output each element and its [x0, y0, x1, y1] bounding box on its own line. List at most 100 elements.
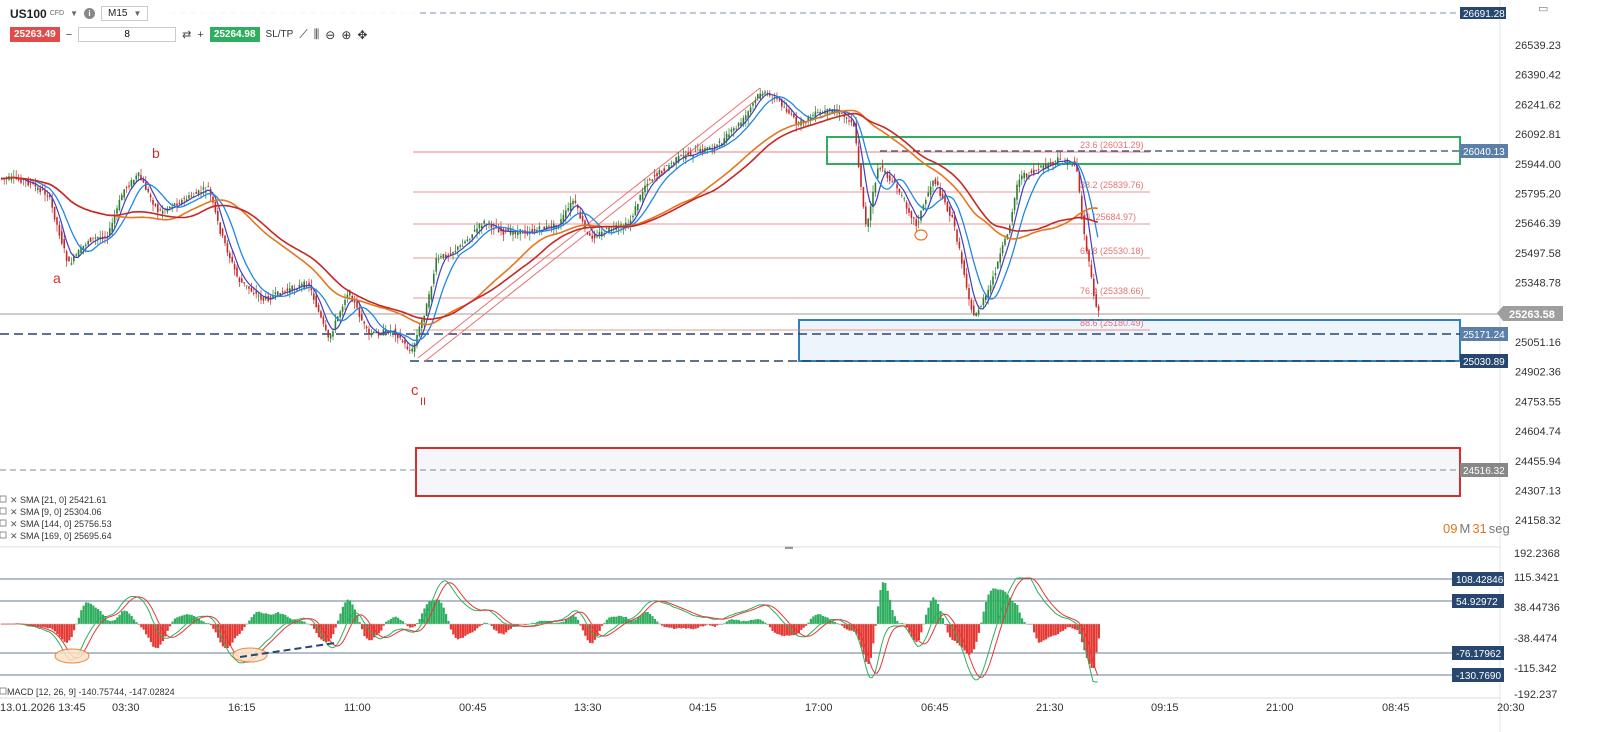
pane-resize-handle[interactable]: ▬: [785, 542, 793, 551]
macd-bar: [881, 582, 884, 624]
macd-bar: [63, 624, 66, 642]
candle-body: [320, 311, 322, 318]
candle-body: [214, 201, 217, 213]
candle-body: [543, 226, 545, 229]
macd-bar: [742, 620, 745, 624]
macd-bar: [644, 612, 647, 624]
fibonacci-retracement[interactable]: 23.6 (26031.29)38.2 (25839.76)50 (25684.…: [413, 140, 1150, 331]
macd-axis[interactable]: 192.2368 115.3421 38.44736 -38.4474 -115.342…: [1514, 548, 1560, 701]
macd-bar: [973, 624, 976, 650]
candle-body: [860, 163, 862, 187]
candle-body: [586, 232, 589, 235]
crosshair-icon[interactable]: ✥: [357, 28, 367, 42]
macd-bar: [248, 620, 251, 624]
swap-icon[interactable]: ⇄: [182, 28, 191, 41]
red-demand-zone[interactable]: [415, 447, 1461, 497]
macd-bar: [118, 614, 121, 624]
zones: [415, 136, 1461, 497]
macd-bar: [145, 624, 148, 635]
candle-body: [997, 261, 999, 269]
time-axis-label: 13.01.2026 13:45: [0, 702, 86, 714]
candle-body: [889, 175, 891, 181]
symbol-dropdown-icon[interactable]: ▼: [70, 9, 78, 18]
candle-body: [39, 188, 41, 193]
macd-legend-icon[interactable]: [0, 687, 7, 695]
candle-body: [913, 217, 915, 219]
price-axis-label: 25497.58: [1515, 248, 1561, 260]
candle-body: [229, 253, 231, 259]
trade-toolbar: US100 CFD ▼ i M15 ▼ 25263.49 − ⇄ + 25264…: [0, 0, 420, 48]
candle-body: [903, 198, 905, 200]
macd-bar: [469, 624, 472, 634]
trend-channel[interactable]: [410, 75, 767, 363]
candle-body: [113, 216, 116, 224]
macd-bar: [212, 624, 215, 629]
macd-bar: [680, 624, 683, 629]
candle-body: [661, 171, 663, 173]
candle-body: [517, 231, 519, 235]
candle-body: [301, 283, 303, 286]
timeframe-select[interactable]: M15 ▼: [101, 6, 149, 21]
info-icon[interactable]: i: [84, 8, 96, 19]
fib-label: 38.2 (25839.76): [1080, 180, 1144, 190]
buy-button[interactable]: 25264.98: [209, 27, 260, 42]
macd-axis-label: -38.4474: [1514, 633, 1557, 645]
macd-bar: [843, 624, 846, 629]
macd-bar: [1013, 603, 1016, 624]
candle-body: [884, 170, 886, 173]
macd-bar: [133, 619, 136, 624]
macd-bar: [783, 624, 786, 636]
macd-bar: [65, 624, 68, 643]
macd-bar: [1061, 624, 1064, 631]
increase-quantity-button[interactable]: +: [197, 29, 203, 41]
candle-body: [428, 294, 430, 308]
sell-button[interactable]: 25263.49: [10, 27, 60, 42]
price-axis[interactable]: 26539.23 26390.42 26241.62 26092.81 25944.00…: [1460, 7, 1563, 527]
macd-bar: [397, 617, 400, 624]
candle-body: [361, 314, 363, 321]
candle-body: [958, 241, 961, 249]
candle-body: [219, 222, 221, 234]
candle-body: [569, 202, 572, 212]
macd-bar: [298, 620, 301, 624]
macd-bar: [363, 624, 366, 637]
candle-body: [1095, 294, 1097, 307]
candle-body: [253, 293, 255, 295]
zoom-in-icon[interactable]: ⊕: [341, 28, 351, 42]
zoom-out-icon[interactable]: ⊖: [325, 28, 335, 42]
candle-body: [418, 326, 421, 337]
candle-body: [905, 202, 908, 209]
macd-histogram: [1, 582, 1100, 668]
candle-body: [908, 208, 910, 213]
macd-bar: [461, 624, 464, 638]
macd-bar: [747, 620, 750, 624]
macd-bar: [236, 624, 239, 636]
macd-bar: [394, 616, 397, 624]
macd-bar: [303, 621, 306, 624]
sma-144-line: [1, 109, 1098, 326]
macd-bar: [231, 624, 234, 643]
candle-body: [927, 192, 929, 197]
maximize-icon[interactable]: ▭: [1538, 3, 1548, 15]
trading-chart[interactable]: 23.6 (26031.29)38.2 (25839.76)50 (25684.…: [0, 0, 1600, 732]
macd-bar: [593, 624, 596, 640]
decrease-quantity-button[interactable]: −: [66, 29, 72, 41]
sltp-button[interactable]: SL/TP: [266, 29, 294, 40]
macd-bar: [1097, 624, 1100, 639]
quantity-input[interactable]: [78, 27, 177, 42]
macd-bar: [440, 602, 443, 624]
macd-bar: [253, 614, 256, 624]
macd-bar: [565, 619, 568, 624]
candle-body: [476, 228, 478, 233]
candle-body: [202, 187, 205, 190]
time-axis[interactable]: 13.01.2026 13:45 03:30 16:15 11:00 00:45 13:3…: [0, 702, 1525, 714]
line-tool-icon[interactable]: ⟋: [299, 27, 307, 42]
symbol-name[interactable]: US100: [10, 7, 47, 21]
candle-body: [596, 236, 598, 238]
bar-style-icon[interactable]: ⫼: [314, 27, 320, 42]
candle-body: [327, 330, 329, 338]
candle-body: [533, 228, 536, 232]
candle-body: [1085, 236, 1088, 252]
macd-axis-label: 192.2368: [1514, 548, 1560, 560]
macd-bar: [385, 621, 388, 624]
